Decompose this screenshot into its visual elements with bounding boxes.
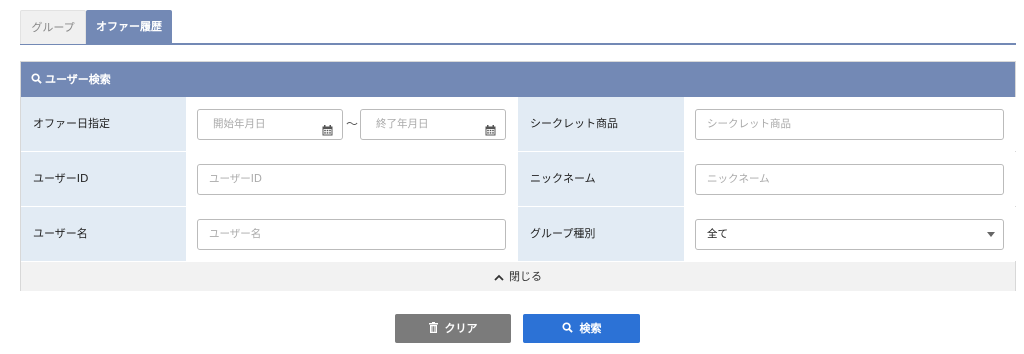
secret-product-cell: シークレット商品 bbox=[684, 97, 1017, 151]
nickname-label: ニックネーム bbox=[518, 152, 684, 206]
trash-icon bbox=[428, 315, 438, 344]
tab-bar: グループ オファー履歴 bbox=[20, 10, 1016, 45]
nickname-input[interactable]: ニックネーム bbox=[695, 164, 1004, 195]
secret-product-input[interactable]: シークレット商品 bbox=[695, 109, 1004, 140]
user-name-placeholder: ユーザー名 bbox=[209, 228, 262, 240]
user-id-input[interactable]: ユーザーID bbox=[197, 164, 506, 195]
tab-offer-history[interactable]: オファー履歴 bbox=[86, 10, 172, 44]
offer-date-cell: 開始年月日 ～ 終了年月日 bbox=[186, 97, 518, 151]
user-id-label: ユーザーID bbox=[21, 152, 186, 206]
offer-start-date-placeholder: 開始年月日 bbox=[213, 118, 266, 130]
caret-down-icon bbox=[987, 232, 995, 237]
close-label: 閉じる bbox=[509, 270, 542, 283]
chevron-up-icon bbox=[494, 263, 504, 292]
user-name-label: ユーザー名 bbox=[21, 207, 186, 261]
user-id-placeholder: ユーザーID bbox=[209, 173, 262, 185]
group-type-selected: 全て bbox=[707, 228, 728, 240]
offer-end-date-placeholder: 終了年月日 bbox=[376, 118, 429, 130]
search-icon bbox=[561, 315, 573, 344]
offer-start-date-input[interactable]: 開始年月日 bbox=[197, 109, 343, 140]
form-row: ユーザーID ユーザーID ニックネーム ニックネーム bbox=[21, 152, 1017, 206]
user-search-panel: ユーザー検索 オファー日指定 開始年月日 ～ 終了年月日 シークレット商品 シー… bbox=[20, 61, 1017, 291]
user-id-cell: ユーザーID bbox=[186, 152, 518, 206]
user-name-cell: ユーザー名 bbox=[186, 207, 518, 261]
tab-group[interactable]: グループ bbox=[20, 10, 86, 44]
form-row: オファー日指定 開始年月日 ～ 終了年月日 シークレット商品 シークレット商品 bbox=[21, 97, 1017, 151]
secret-product-placeholder: シークレット商品 bbox=[707, 118, 791, 130]
secret-product-label: シークレット商品 bbox=[518, 97, 684, 151]
search-label: 検索 bbox=[579, 322, 602, 335]
form-row: ユーザー名 ユーザー名 グループ種別 全て bbox=[21, 207, 1017, 261]
calendar-icon[interactable] bbox=[485, 119, 496, 136]
clear-button[interactable]: クリア bbox=[395, 314, 511, 343]
nickname-placeholder: ニックネーム bbox=[707, 173, 770, 185]
calendar-icon[interactable] bbox=[322, 119, 333, 136]
nickname-cell: ニックネーム bbox=[684, 152, 1017, 206]
panel-title: ユーザー検索 bbox=[45, 73, 111, 86]
date-range-separator: ～ bbox=[346, 117, 359, 131]
group-type-cell: 全て bbox=[684, 207, 1017, 261]
user-name-input[interactable]: ユーザー名 bbox=[197, 219, 506, 250]
close-panel-button[interactable]: 閉じる bbox=[21, 262, 1015, 291]
group-type-label: グループ種別 bbox=[518, 207, 684, 261]
search-icon bbox=[31, 63, 42, 98]
panel-header: ユーザー検索 bbox=[21, 62, 1015, 97]
offer-date-label: オファー日指定 bbox=[21, 97, 186, 151]
search-button[interactable]: 検索 bbox=[523, 314, 640, 343]
group-type-select[interactable]: 全て bbox=[695, 219, 1004, 250]
clear-label: クリア bbox=[444, 322, 478, 335]
offer-end-date-input[interactable]: 終了年月日 bbox=[360, 109, 506, 140]
